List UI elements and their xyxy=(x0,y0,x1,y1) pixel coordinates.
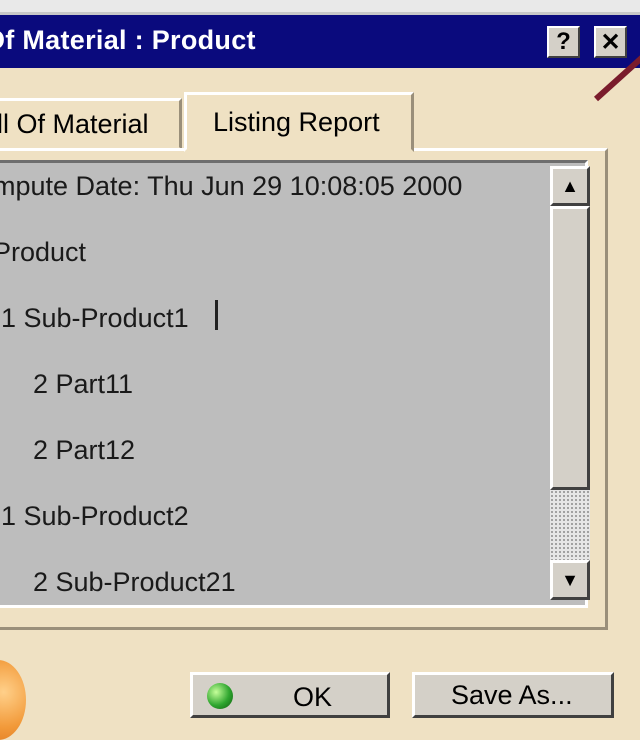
scroll-up-button[interactable]: ▲ xyxy=(550,166,590,206)
down-arrow-icon: ▼ xyxy=(561,569,579,590)
report-line-sub-product21: 2 Sub-Product21 xyxy=(33,567,236,597)
scroll-thumb[interactable] xyxy=(550,206,590,490)
save-as-button[interactable]: Save As... xyxy=(412,672,614,718)
question-icon: ? xyxy=(556,28,571,55)
close-icon: ✕ xyxy=(600,28,621,56)
ok-button[interactable]: OK xyxy=(190,672,390,718)
ok-button-label: OK xyxy=(293,682,333,712)
green-ball-icon xyxy=(207,683,233,709)
dialog-titlebar[interactable]: Of Material : Product ? ✕ xyxy=(0,12,640,71)
report-line-product: Product xyxy=(0,237,87,267)
up-arrow-icon: ▲ xyxy=(561,175,579,196)
scroll-track[interactable] xyxy=(550,490,590,560)
listing-report-text[interactable]: mpute Date: Thu Jun 29 10:08:05 2000 Pro… xyxy=(0,160,588,608)
report-line-sub-product1: 1 Sub-Product1 xyxy=(1,303,189,333)
report-line-sub-product2: 1 Sub-Product2 xyxy=(1,501,189,531)
tab-label: ill Of Material xyxy=(0,108,149,139)
close-button[interactable]: ✕ xyxy=(594,26,627,58)
scroll-down-button[interactable]: ▼ xyxy=(550,560,590,600)
help-button[interactable]: ? xyxy=(547,26,580,58)
report-line-part12: 2 Part12 xyxy=(33,435,136,465)
vertical-scrollbar[interactable]: ▲ ▼ xyxy=(550,166,590,600)
report-line-compute-date: mpute Date: Thu Jun 29 10:08:05 2000 xyxy=(0,171,463,201)
tab-label: Listing Report xyxy=(213,106,380,137)
tab-listing-report[interactable]: Listing Report xyxy=(184,92,414,152)
tab-bill-of-material[interactable]: ill Of Material xyxy=(0,98,182,150)
dialog-title: Of Material : Product xyxy=(0,25,256,55)
text-cursor xyxy=(215,300,218,330)
save-as-button-label: Save As... xyxy=(451,679,573,710)
report-line-part11: 2 Part11 xyxy=(33,369,134,399)
window-top-border xyxy=(0,0,640,12)
